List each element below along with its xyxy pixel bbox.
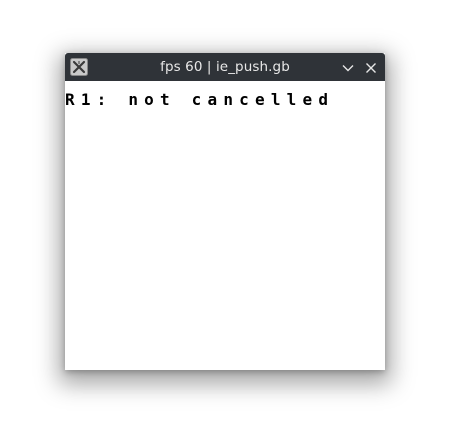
emulator-window: fps 60 | ie_push.gb R1: not cancelled	[65, 53, 385, 370]
close-icon[interactable]	[364, 60, 378, 74]
game-screen: R1: not cancelled	[65, 81, 385, 370]
window-title: fps 60 | ie_push.gb	[160, 59, 290, 75]
chevron-down-icon[interactable]	[341, 60, 355, 74]
screen-text-line: R1: not cancelled	[65, 90, 335, 109]
title-bar[interactable]: fps 60 | ie_push.gb	[65, 53, 385, 81]
